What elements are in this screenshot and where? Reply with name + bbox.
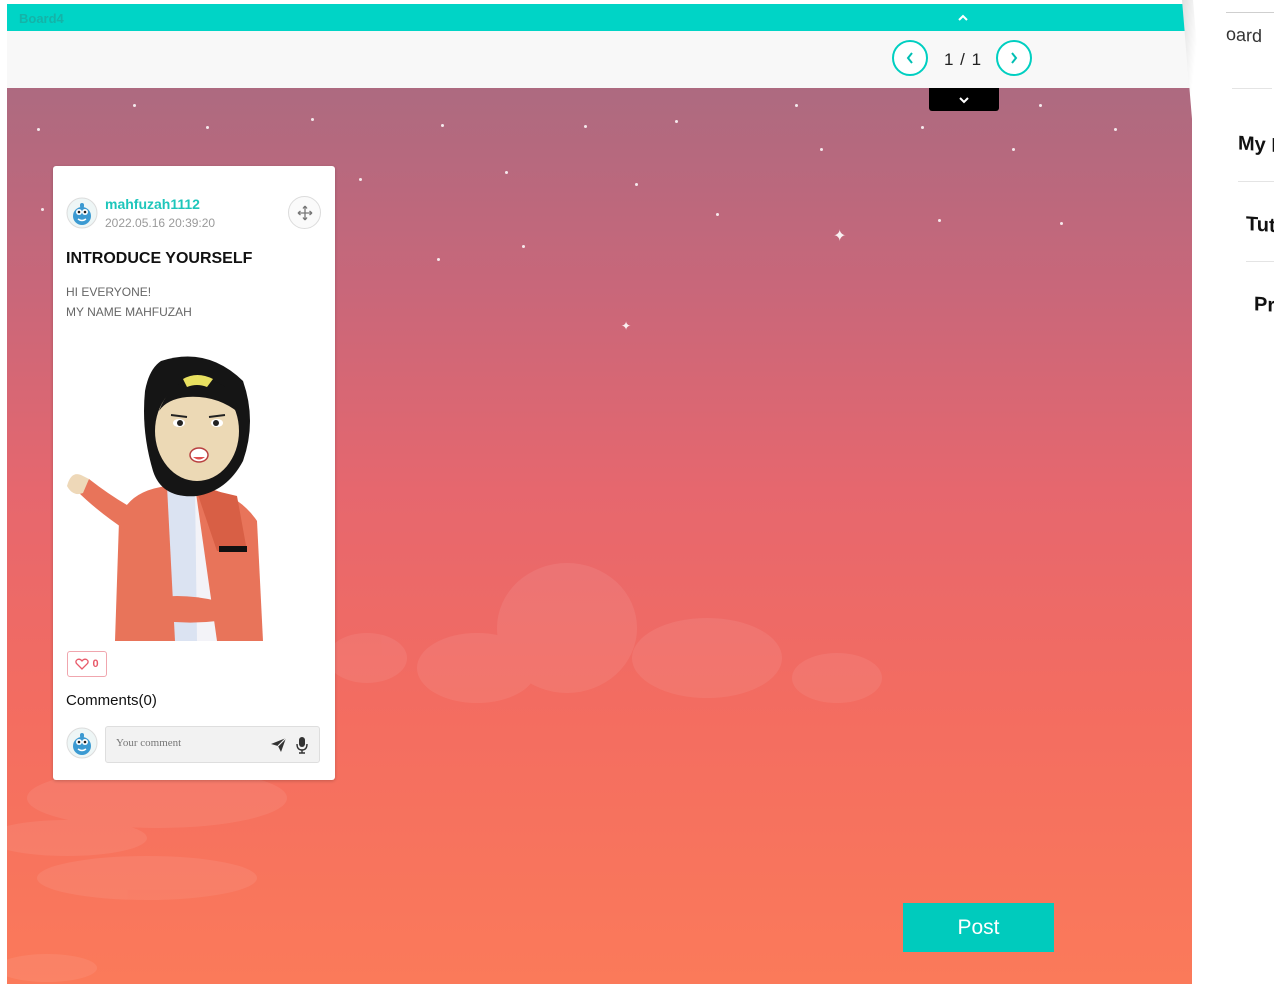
move-icon	[297, 205, 312, 220]
board-area: Board4 1 / 1 ✦ ✦ mahfuzah1112 2022.05.16…	[7, 4, 1192, 984]
send-icon[interactable]	[270, 737, 287, 753]
side-panel-item[interactable]: oard	[1226, 24, 1262, 48]
divider	[1232, 88, 1272, 89]
pager-bar: 1 / 1	[7, 31, 1192, 88]
star	[437, 258, 440, 261]
side-panel-item[interactable]: My B	[1238, 132, 1274, 158]
like-count: 0	[92, 658, 99, 670]
star	[1114, 128, 1117, 131]
star	[921, 126, 924, 129]
avatar	[66, 727, 98, 759]
star	[1039, 104, 1042, 107]
previous-page-button[interactable]	[892, 40, 928, 76]
board-title: Board4	[19, 11, 64, 26]
mic-icon[interactable]	[296, 736, 308, 754]
avatar	[66, 197, 98, 229]
post-card[interactable]: mahfuzah1112 2022.05.16 20:39:20 INTRODU…	[53, 166, 335, 780]
star	[206, 126, 209, 129]
chevron-up-icon	[958, 14, 968, 21]
star	[635, 183, 638, 186]
star	[795, 104, 798, 107]
star	[522, 245, 525, 248]
divider	[1246, 261, 1274, 262]
post-timestamp: 2022.05.16 20:39:20	[105, 216, 216, 230]
star	[37, 128, 40, 131]
post-author-name[interactable]: mahfuzah1112	[105, 196, 200, 212]
like-button[interactable]: 0	[67, 651, 107, 677]
post-button[interactable]: Post	[903, 903, 1054, 952]
next-page-button[interactable]	[996, 40, 1032, 76]
sparkle: ✦	[621, 319, 632, 333]
post-body-line: HI EVERYONE!	[66, 285, 152, 299]
chevron-right-icon	[1011, 52, 1018, 64]
sparkle: ✦	[833, 228, 847, 245]
comment-input[interactable]	[114, 736, 258, 750]
star	[1012, 148, 1015, 151]
collapse-down-button[interactable]	[929, 88, 999, 111]
side-panel: oard My B Tut Pr	[1182, 0, 1274, 984]
star	[41, 208, 44, 211]
star	[938, 219, 941, 222]
heart-icon	[75, 658, 90, 670]
board-title-bar: Board4	[7, 4, 1192, 31]
star	[1060, 222, 1063, 225]
star	[311, 118, 314, 121]
comment-field	[105, 726, 320, 763]
star	[675, 120, 678, 123]
post-title: INTRODUCE YOURSELF	[66, 250, 253, 267]
star	[820, 148, 823, 151]
post-body-line: MY NAME MAHFUZAH	[66, 305, 192, 319]
collapse-up-button[interactable]	[953, 8, 973, 28]
post-image[interactable]	[67, 351, 283, 641]
board-canvas: ✦ ✦ mahfuzah1112 2022.05.16 20:39:20 INT…	[7, 88, 1192, 984]
star	[584, 125, 587, 128]
star	[441, 124, 444, 127]
side-panel-item[interactable]: Tut	[1246, 213, 1274, 238]
chevron-left-icon	[906, 52, 913, 64]
star	[505, 171, 508, 174]
comments-heading: Comments(0)	[66, 692, 157, 709]
divider	[1238, 181, 1274, 182]
divider	[1226, 12, 1274, 13]
page-indicator: 1 / 1	[943, 50, 983, 69]
move-post-button[interactable]	[288, 196, 321, 229]
chevron-down-icon	[959, 96, 969, 103]
side-panel-item[interactable]: Pr	[1254, 293, 1274, 317]
star	[716, 213, 719, 216]
star	[133, 104, 136, 107]
star	[359, 178, 362, 181]
